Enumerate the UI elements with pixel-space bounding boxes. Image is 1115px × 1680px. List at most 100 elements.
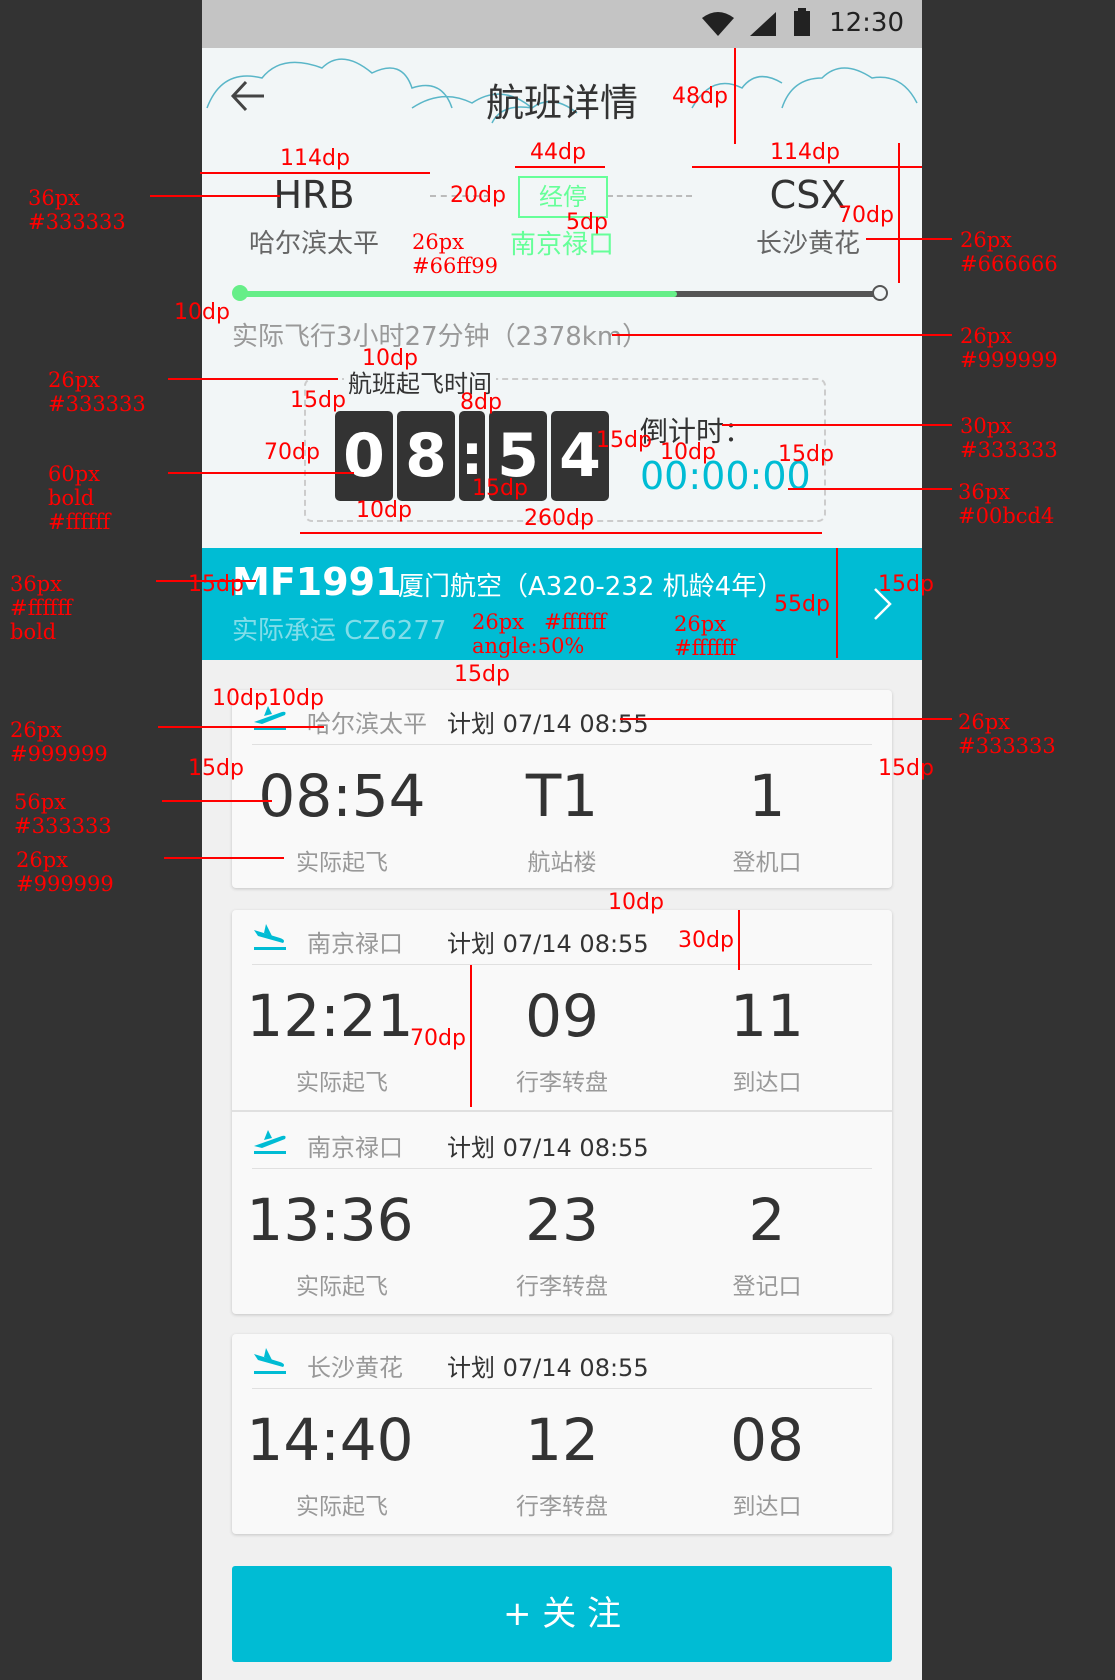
segment-right-label: 登机口 bbox=[732, 850, 802, 876]
annotation-label: #ffffff bbox=[544, 610, 607, 634]
page-title: 航班详情 bbox=[485, 81, 638, 125]
annotation-line bbox=[168, 472, 354, 474]
flight-progress-track bbox=[242, 291, 882, 297]
annotation-label: #333333 bbox=[14, 814, 112, 838]
annotation-label: 70dp bbox=[264, 440, 320, 465]
segment-city: 南京禄口 bbox=[307, 930, 403, 958]
annotation-line bbox=[612, 334, 952, 336]
annotation-label: 55dp bbox=[774, 592, 830, 617]
segment-time: 14:40 bbox=[246, 1406, 414, 1474]
annotation-label: #00bcd4 bbox=[958, 504, 1055, 528]
annotation-line bbox=[150, 195, 280, 197]
annotation-label: bold bbox=[10, 620, 57, 644]
departure-digit: 4 bbox=[551, 411, 609, 501]
segment-time: 12:21 bbox=[246, 982, 414, 1050]
segment-card: 长沙黄花 计划 07/14 08:55 14:40 12 08 实际起飞 行李转… bbox=[232, 1334, 892, 1534]
annotation-label: 15dp bbox=[472, 476, 528, 501]
annotation-label: 36px bbox=[958, 480, 1011, 504]
segment-plan: 计划 07/14 08:55 bbox=[447, 930, 649, 958]
annotation-line bbox=[738, 910, 740, 970]
annotation-label: 10dp bbox=[356, 498, 412, 523]
annotation-line bbox=[734, 48, 736, 144]
annotation-label: 26px bbox=[958, 710, 1011, 734]
status-bar: 12:30 bbox=[202, 0, 922, 48]
annotation-label: 70dp bbox=[838, 203, 894, 228]
status-time: 12:30 bbox=[829, 8, 904, 38]
annotation-label: #333333 bbox=[28, 210, 126, 234]
segment-time: 13:36 bbox=[246, 1186, 414, 1254]
airline-info: 厦门航空（A320-232 机龄4年） bbox=[398, 572, 784, 602]
annotation-line bbox=[788, 488, 952, 490]
follow-button[interactable]: + 关 注 bbox=[232, 1566, 892, 1662]
annotation-label: 36px bbox=[10, 572, 63, 596]
origin-name: 哈尔滨太平 bbox=[248, 229, 379, 259]
annotation-label: #333333 bbox=[958, 734, 1056, 758]
annotation-label: #999999 bbox=[10, 742, 108, 766]
segment-divider bbox=[232, 1110, 892, 1112]
annotation-label: #ffffff bbox=[674, 636, 737, 660]
annotation-label: 60px bbox=[48, 462, 101, 486]
annotation-label: 26px bbox=[412, 230, 465, 254]
segment-mid-label: 行李转盘 bbox=[516, 1274, 608, 1300]
destination-dot bbox=[872, 285, 888, 301]
segment-mid-label: 行李转盘 bbox=[516, 1070, 608, 1096]
annotation-label: 8dp bbox=[460, 390, 502, 415]
segment-time-label: 实际起飞 bbox=[296, 850, 388, 876]
annotation-label: 10dp bbox=[212, 686, 268, 711]
annotation-label: 10dp bbox=[362, 346, 418, 371]
annotation-label: 26px bbox=[960, 324, 1013, 348]
segment-card: 南京禄口 计划 07/14 08:55 12:21 09 11 实际起飞 行李转… bbox=[232, 910, 892, 1314]
annotation-label: 15dp bbox=[878, 756, 934, 781]
annotation-label: #66ff99 bbox=[412, 254, 498, 278]
annotation-label: 26px bbox=[16, 848, 69, 872]
annotation-label: 15dp bbox=[188, 572, 244, 597]
segment-right-value: 1 bbox=[748, 762, 786, 830]
annotation-label: 10dp bbox=[174, 300, 230, 325]
annotation-label: bold bbox=[48, 486, 95, 510]
annotation-label: 26px bbox=[48, 368, 101, 392]
segment-header: 南京禄口 计划 07/14 08:55 bbox=[252, 1114, 872, 1169]
annotation-label: #999999 bbox=[16, 872, 114, 896]
annotation-line bbox=[168, 378, 338, 380]
annotation-label: 20dp bbox=[450, 183, 506, 208]
annotation-label: 26px bbox=[10, 718, 63, 742]
plane-departure-icon bbox=[254, 1130, 286, 1154]
annotation-line bbox=[470, 965, 472, 1107]
segment-header: 长沙黄花 计划 07/14 08:55 bbox=[252, 1334, 872, 1389]
flight-number: MF1991 bbox=[232, 560, 402, 604]
annotation-label: angle:50% bbox=[472, 634, 585, 658]
segment-time-label: 实际起飞 bbox=[296, 1494, 388, 1520]
annotation-line bbox=[200, 172, 430, 174]
segment-city: 南京禄口 bbox=[307, 1134, 403, 1162]
annotation-label: 26px bbox=[960, 228, 1013, 252]
segment-right-value: 2 bbox=[748, 1186, 786, 1254]
flight-summary: 实际飞行3小时27分钟（2378km） bbox=[232, 322, 649, 352]
segment-plan: 计划 07/14 08:55 bbox=[447, 710, 649, 738]
annotation-line bbox=[620, 718, 952, 720]
departure-digit: 8 bbox=[397, 411, 455, 501]
plane-arrival-icon bbox=[254, 924, 286, 950]
annotation-label: 30dp bbox=[678, 928, 734, 953]
phone-screen: 12:30 航班详情 HRB 哈尔滨太平 经停 南京禄口 CSX 长沙黄花 实际… bbox=[202, 0, 922, 1680]
segment-header: 南京禄口 计划 07/14 08:55 bbox=[252, 910, 872, 965]
annotation-line bbox=[898, 143, 900, 283]
annotation-label: 44dp bbox=[530, 140, 586, 165]
segment-time: 08:54 bbox=[258, 762, 426, 830]
annotation-label: 36px bbox=[28, 186, 81, 210]
annotation-label: 10dp bbox=[268, 686, 324, 711]
annotation-label: 15dp bbox=[188, 756, 244, 781]
segment-time-label: 实际起飞 bbox=[296, 1274, 388, 1300]
annotation-label: 30px bbox=[960, 414, 1013, 438]
annotation-label: 70dp bbox=[410, 1026, 466, 1051]
annotation-label: 5dp bbox=[566, 210, 608, 235]
annotation-label: 15dp bbox=[878, 572, 934, 597]
annotation-line bbox=[158, 726, 324, 728]
annotation-line bbox=[836, 548, 838, 658]
annotation-label: 10dp bbox=[660, 440, 716, 465]
segment-mid-label: 航站楼 bbox=[527, 850, 597, 876]
annotation-label: 114dp bbox=[280, 146, 350, 171]
annotation-label: 114dp bbox=[770, 140, 840, 165]
segment-right-label: 登记口 bbox=[732, 1274, 802, 1300]
segment-time-label: 实际起飞 bbox=[296, 1070, 388, 1096]
segment-mid-value: 09 bbox=[525, 982, 599, 1050]
